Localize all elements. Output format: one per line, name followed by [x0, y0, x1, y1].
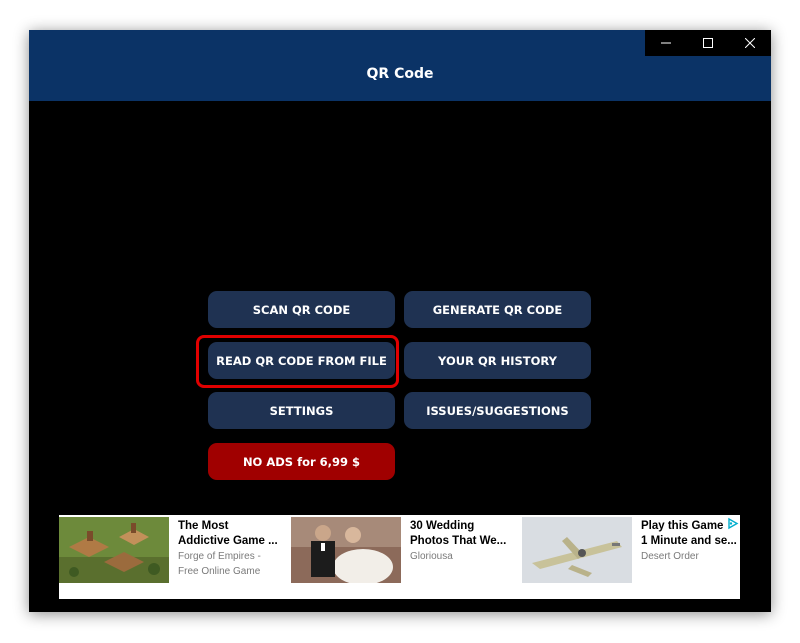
title-bar: QR Code: [29, 30, 771, 101]
minimize-button[interactable]: [645, 30, 687, 56]
ad-title[interactable]: Photos That We...: [410, 534, 518, 549]
no-ads-button[interactable]: NO ADS for 6,99 $: [208, 443, 395, 480]
minimize-icon: [661, 42, 671, 44]
ad-title[interactable]: The Most: [178, 519, 286, 534]
ad-image-game[interactable]: [59, 517, 169, 583]
app-title: QR Code: [366, 66, 434, 82]
qr-history-button[interactable]: YOUR QR HISTORY: [404, 342, 591, 379]
app-window: QR Code SCAN QR CODE GENERATE QR CODE RE…: [29, 30, 771, 612]
ad-choices-icon[interactable]: [726, 517, 739, 530]
ad-title[interactable]: Addictive Game ...: [178, 534, 286, 549]
ad-source: Desert Order: [641, 551, 699, 562]
ad-title[interactable]: 30 Wedding: [410, 519, 518, 534]
close-button[interactable]: [729, 30, 771, 56]
maximize-button[interactable]: [687, 30, 729, 56]
ad-source: Forge of Empires -: [178, 551, 261, 562]
settings-button[interactable]: SETTINGS: [208, 392, 395, 429]
ad-item[interactable]: 30 Wedding Photos That We... Gloriousa: [291, 517, 519, 583]
ad-source: Free Online Game: [178, 566, 261, 577]
ad-source: Gloriousa: [410, 551, 453, 562]
close-icon: [745, 38, 755, 48]
issues-suggestions-button[interactable]: ISSUES/SUGGESTIONS: [404, 392, 591, 429]
ad-item[interactable]: The Most Addictive Game ... Forge of Emp…: [59, 517, 287, 583]
ad-item[interactable]: Play this Game f 1 Minute and se... Dese…: [522, 517, 740, 583]
window-controls: [645, 30, 771, 56]
generate-qr-code-button[interactable]: GENERATE QR CODE: [404, 291, 591, 328]
ad-banner: The Most Addictive Game ... Forge of Emp…: [59, 515, 740, 599]
ad-image-plane[interactable]: [522, 517, 632, 583]
read-qr-from-file-button[interactable]: READ QR CODE FROM FILE: [208, 342, 395, 379]
scan-qr-code-button[interactable]: SCAN QR CODE: [208, 291, 395, 328]
ad-image-wedding[interactable]: [291, 517, 401, 583]
maximize-icon: [703, 38, 713, 48]
ad-title[interactable]: 1 Minute and se...: [641, 534, 749, 549]
